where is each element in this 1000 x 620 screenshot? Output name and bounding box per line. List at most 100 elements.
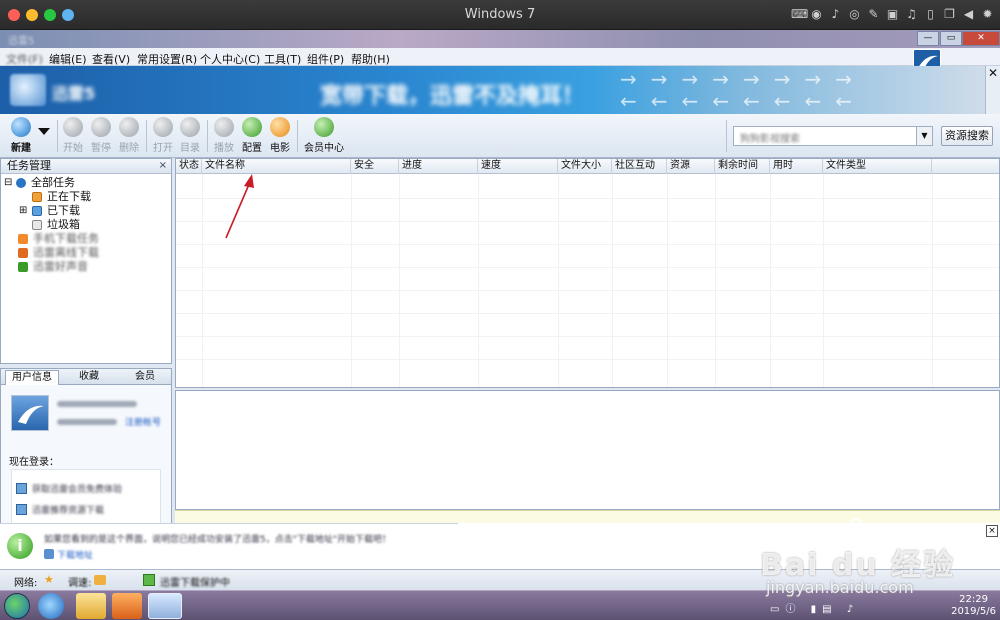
menu-edit[interactable]: 编辑(E)	[49, 51, 87, 67]
column-file-type[interactable]: 文件类型	[823, 159, 932, 174]
speed-icon	[94, 575, 106, 585]
resource-search-button[interactable]: 资源搜索	[941, 126, 993, 146]
menu-file[interactable]: 文件(F)	[6, 51, 43, 67]
column-speed[interactable]: 速度	[478, 159, 558, 174]
banner-side-tab[interactable]: ✕	[985, 66, 1000, 114]
task-management-panel: 任务管理 × ⊟ 全部任务 正在下载 ⊞ 已下载 垃圾箱 手机下载任务 迅雷离线…	[0, 158, 172, 364]
minimize-button[interactable]: —	[917, 31, 939, 46]
column-status[interactable]: 状态	[176, 159, 202, 174]
download-list[interactable]: 状态 文件名称 安全 进度 速度 文件大小 社区互动 资源 剩余时间 用时 文件…	[175, 158, 1000, 388]
user-status-text	[57, 401, 137, 407]
grid-line	[558, 174, 559, 387]
tab-vip[interactable]: 会员	[129, 370, 161, 385]
banner-logo-text: 迅雷5	[52, 84, 96, 103]
banner-close-icon[interactable]: ✕	[986, 66, 1000, 80]
explorer-icon[interactable]	[76, 593, 106, 619]
user-links-list: 获取迅雷会员免费体验 迅雷推荐资源下载	[11, 469, 161, 525]
menu-view[interactable]: 查看(V)	[92, 51, 130, 67]
maximize-button[interactable]: ▭	[940, 31, 962, 46]
play-left-icon[interactable]: ◀	[962, 7, 975, 21]
capture-icon[interactable]: ◎	[848, 7, 861, 21]
grid-row-line	[176, 244, 999, 245]
thunder-icon[interactable]	[148, 593, 182, 619]
menu-help[interactable]: 帮助(H)	[351, 51, 390, 67]
chevron-down-icon[interactable]: ▼	[916, 127, 932, 145]
tree-item-phone-download[interactable]: 手机下载任务	[1, 232, 171, 246]
column-file-size[interactable]: 文件大小	[558, 159, 612, 174]
start-button[interactable]	[4, 593, 30, 619]
system-tray-icons[interactable]: ▭ⓘ ▮▤ ♪	[770, 600, 859, 615]
column-community[interactable]: 社区互动	[612, 159, 667, 174]
tree-item-trash[interactable]: 垃圾箱	[1, 218, 171, 232]
grid-row-line	[176, 359, 999, 360]
ie-icon[interactable]	[38, 593, 64, 619]
vip-center-icon	[314, 117, 334, 137]
start-icon	[63, 117, 83, 137]
grid-line	[399, 174, 400, 387]
column-progress[interactable]: 进度	[399, 159, 478, 174]
grid-line	[667, 174, 668, 387]
close-button[interactable]: ✕	[962, 31, 1000, 46]
tab-favorites[interactable]: 收藏	[73, 370, 105, 385]
tree-item-all-tasks[interactable]: ⊟ 全部任务	[1, 176, 171, 190]
phone-icon	[18, 234, 28, 244]
pause-icon	[91, 117, 111, 137]
notification-link[interactable]: 下载地址	[57, 548, 93, 561]
column-resources[interactable]: 资源	[667, 159, 715, 174]
record-icon[interactable]: ◉	[810, 7, 823, 21]
tree-item-downloaded[interactable]: ⊞ 已下载	[1, 204, 171, 218]
collapse-icon[interactable]: ⊟	[4, 176, 12, 190]
new-task-icon	[11, 117, 31, 137]
copy-icon[interactable]: ❐	[943, 7, 956, 21]
main-toolbar: 新建 开始 暂停 删除 打开 目录 播放 配置 电影 会员中心 狗狗影视搜索 ▼…	[0, 114, 1000, 158]
speed-status[interactable]: 调速:	[68, 574, 91, 589]
download-link-icon	[44, 549, 54, 559]
tablet-icon[interactable]: ▯	[924, 7, 937, 21]
task-panel-close-icon[interactable]: ×	[159, 159, 167, 173]
clock[interactable]: 22:29 2019/5/6	[951, 594, 996, 618]
settings-icon[interactable]: ✹	[981, 7, 994, 21]
grid-line	[770, 174, 771, 387]
menu-common-settings[interactable]: 常用设置(R)	[137, 51, 197, 67]
tree-item-music[interactable]: 迅雷好声音	[1, 260, 171, 274]
column-security[interactable]: 安全	[351, 159, 399, 174]
resource-search-combo[interactable]: 狗狗影视搜索 ▼	[733, 126, 933, 146]
app-title-bar[interactable]: 迅雷5 — ▭ ✕	[0, 30, 1000, 48]
list-item[interactable]: 获取迅雷会员免费体验	[16, 482, 156, 496]
notification-bar: i 如果您看到的是这个界面，说明您已经成功安装了迅雷5，点击"下载地址"开始下载…	[0, 523, 458, 569]
no-touch-icon[interactable]: ✎	[867, 7, 880, 21]
list-item[interactable]: 迅雷推荐资源下载	[16, 503, 156, 517]
downloading-icon	[32, 192, 42, 202]
grid-line	[715, 174, 716, 387]
delete-button[interactable]: 删除	[112, 117, 146, 154]
menu-personal-center[interactable]: 个人中心(C)	[200, 51, 260, 67]
save-icon[interactable]: ▣	[886, 7, 899, 21]
vip-center-button[interactable]: 会员中心	[302, 117, 346, 154]
directory-button[interactable]: 目录	[173, 117, 207, 154]
protect-icon	[143, 574, 155, 586]
ad-banner[interactable]: 迅雷5 宽带下载，迅雷不及掩耳！ →→→→→→→→ ←←←←←←←←	[0, 66, 985, 114]
new-task-button[interactable]: 新建	[4, 117, 38, 154]
movie-button[interactable]: 电影	[263, 117, 297, 154]
media-player-icon[interactable]	[112, 593, 142, 619]
app-title: 迅雷5	[8, 36, 35, 47]
expand-icon[interactable]: ⊞	[19, 204, 27, 218]
tree-item-downloading[interactable]: 正在下载	[1, 190, 171, 204]
tree-item-offline-download[interactable]: 迅雷离线下载	[1, 246, 171, 260]
volume-icon[interactable]: ♫	[905, 7, 918, 21]
new-task-dropdown-icon[interactable]	[38, 128, 50, 135]
register-link[interactable]: 注册帐号	[125, 415, 161, 428]
grid-row-line	[176, 198, 999, 199]
menu-tools[interactable]: 工具(T)	[264, 51, 301, 67]
tab-user-info[interactable]: 用户信息	[5, 370, 59, 385]
notification-close-icon[interactable]: ×	[986, 525, 998, 537]
keyboard-icon[interactable]: ⌨	[791, 7, 808, 21]
grid-line	[823, 174, 824, 387]
microphone-icon[interactable]: ♪	[829, 7, 842, 21]
task-detail-pane[interactable]	[175, 390, 1000, 510]
user-panel-tabs: 用户信息 收藏 会员	[1, 369, 171, 385]
menu-components[interactable]: 组件(P)	[307, 51, 344, 67]
clock-time: 22:29	[959, 594, 988, 605]
column-elapsed[interactable]: 用时	[770, 159, 823, 174]
column-time-left[interactable]: 剩余时间	[715, 159, 770, 174]
